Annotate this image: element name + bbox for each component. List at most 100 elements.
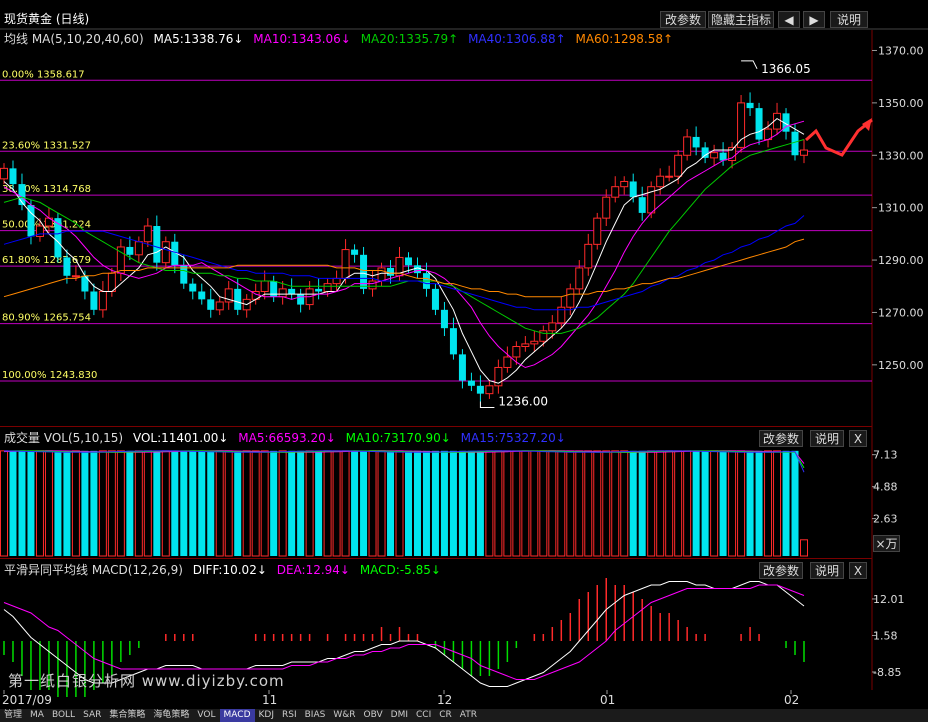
tab-8[interactable]: KDJ	[255, 709, 279, 722]
candle-body-down	[54, 218, 62, 258]
candle-body-down	[18, 184, 26, 206]
vol-close-icon[interactable]: X	[849, 430, 867, 447]
volume-bar-down	[791, 450, 799, 556]
tab-11[interactable]: W&R	[329, 709, 359, 722]
volume-bar-up	[323, 450, 332, 557]
candle-body-down	[449, 328, 457, 355]
volume-bar-up	[44, 450, 53, 557]
price-axis-label: 1350.00	[878, 97, 924, 110]
volume-bar-down	[431, 450, 439, 556]
volume-bar-down	[234, 450, 242, 556]
macd-close-icon[interactable]: X	[849, 562, 867, 579]
fib-level-label: 100.00% 1243.830	[2, 370, 97, 381]
volume-bar-down	[153, 450, 161, 556]
next-arrow-icon[interactable]: ▶	[803, 11, 825, 28]
volume-bar-up	[611, 450, 620, 557]
dea-value: DEA:12.94↓	[276, 563, 350, 577]
volume-bar-up	[485, 450, 494, 557]
candle-body-down	[422, 273, 430, 289]
volume-bar-up	[575, 450, 584, 557]
candle-body-up	[764, 128, 773, 141]
macd-panel-border	[0, 558, 872, 559]
tab-2[interactable]: BOLL	[48, 709, 79, 722]
price-axis-label: 1330.00	[878, 149, 924, 162]
low-annotation: 1236.00	[498, 395, 548, 409]
ma-label: 均线 MA(5,10,20,40,60)	[4, 32, 144, 46]
volume-bar-down	[18, 450, 26, 556]
macd-legend: 平滑异同平均线 MACD(12,26,9) DIFF:10.02↓ DEA:12…	[4, 560, 447, 580]
candle-body-up	[377, 267, 386, 282]
fib-level-label: 0.00% 1358.617	[2, 69, 85, 80]
candle-body-up	[530, 340, 539, 345]
hide-indicator-button[interactable]: 隐藏主指标	[708, 11, 774, 28]
tab-1[interactable]: MA	[26, 709, 48, 722]
volume-bar-down	[458, 450, 466, 556]
low-marker	[479, 401, 495, 409]
volume-bar-up	[800, 539, 808, 557]
tab-4[interactable]: 集合策略	[105, 709, 149, 722]
candle-body-up	[368, 280, 377, 290]
x-axis-label: 12	[437, 693, 452, 707]
tab-9[interactable]: RSI	[278, 709, 301, 722]
price-axis-label: 1270.00	[878, 306, 924, 319]
volume-bar-up	[548, 450, 557, 557]
macd-help-button[interactable]: 说明	[810, 562, 844, 579]
candle-body-up	[521, 343, 530, 348]
vol-params-button[interactable]: 改参数	[759, 430, 803, 447]
candle-body-down	[458, 354, 466, 381]
forecast-arrow	[804, 118, 873, 157]
volume-bar-up	[215, 450, 224, 557]
volume-bar-up	[710, 450, 719, 557]
tab-16[interactable]: ATR	[456, 709, 481, 722]
volume-bar-down	[315, 450, 323, 556]
candle-body-up	[0, 167, 8, 180]
volume-bar-down	[126, 450, 134, 556]
volume-bar-up	[539, 450, 548, 557]
candle-body-up	[800, 149, 808, 156]
candle-body-down	[81, 275, 89, 292]
volume-bar-up	[647, 450, 656, 557]
volume-bar-down	[638, 450, 646, 556]
vol-ma5: MA5:66593.20↓	[238, 431, 336, 445]
volume-bar-down	[171, 450, 179, 556]
candle-body-up	[503, 356, 512, 368]
params-button[interactable]: 改参数	[660, 11, 706, 28]
vol-help-button[interactable]: 说明	[810, 430, 844, 447]
candle-body-up	[143, 225, 152, 243]
candle-body-down	[719, 152, 727, 161]
candle-body-up	[224, 288, 233, 303]
tab-0[interactable]: 管理	[0, 709, 26, 722]
volume-bar-down	[351, 450, 359, 556]
tab-5[interactable]: 海龟策略	[149, 709, 193, 722]
tab-10[interactable]: BIAS	[301, 709, 330, 722]
tab-7[interactable]: MACD	[219, 709, 255, 722]
candle-body-up	[683, 136, 692, 156]
ma60-value: MA60:1298.58↑	[575, 32, 674, 46]
volume-bar-up	[107, 450, 116, 557]
candle-body-up	[242, 298, 251, 311]
macd-params-button[interactable]: 改参数	[759, 562, 803, 579]
volume-bar-up	[620, 450, 629, 557]
volume-bar-down	[360, 450, 368, 556]
volume-bar-down	[81, 450, 89, 556]
candle-body-down	[180, 265, 188, 284]
volume-bar-down	[440, 450, 448, 556]
tab-14[interactable]: CCI	[412, 709, 435, 722]
volume-bar-down	[755, 450, 763, 556]
ma40-line	[3, 215, 805, 311]
volume-bar-down	[746, 450, 754, 556]
prev-arrow-icon[interactable]: ◀	[778, 11, 800, 28]
volume-bar-up	[602, 450, 611, 557]
macd-axis-label: -8.85	[873, 666, 901, 679]
tab-13[interactable]: DMI	[387, 709, 412, 722]
candle-body-down	[171, 241, 179, 266]
help-button[interactable]: 说明	[830, 11, 868, 28]
tab-6[interactable]: VOL	[193, 709, 219, 722]
candle-body-up	[728, 146, 737, 162]
candle-body-up	[332, 277, 341, 285]
tab-3[interactable]: SAR	[79, 709, 105, 722]
volume-legend: 成交量 VOL(5,10,15) VOL:11401.00↓ MA5:66593…	[4, 428, 572, 448]
tab-15[interactable]: CR	[435, 709, 456, 722]
volume-bar-down	[449, 450, 457, 556]
tab-12[interactable]: OBV	[360, 709, 387, 722]
